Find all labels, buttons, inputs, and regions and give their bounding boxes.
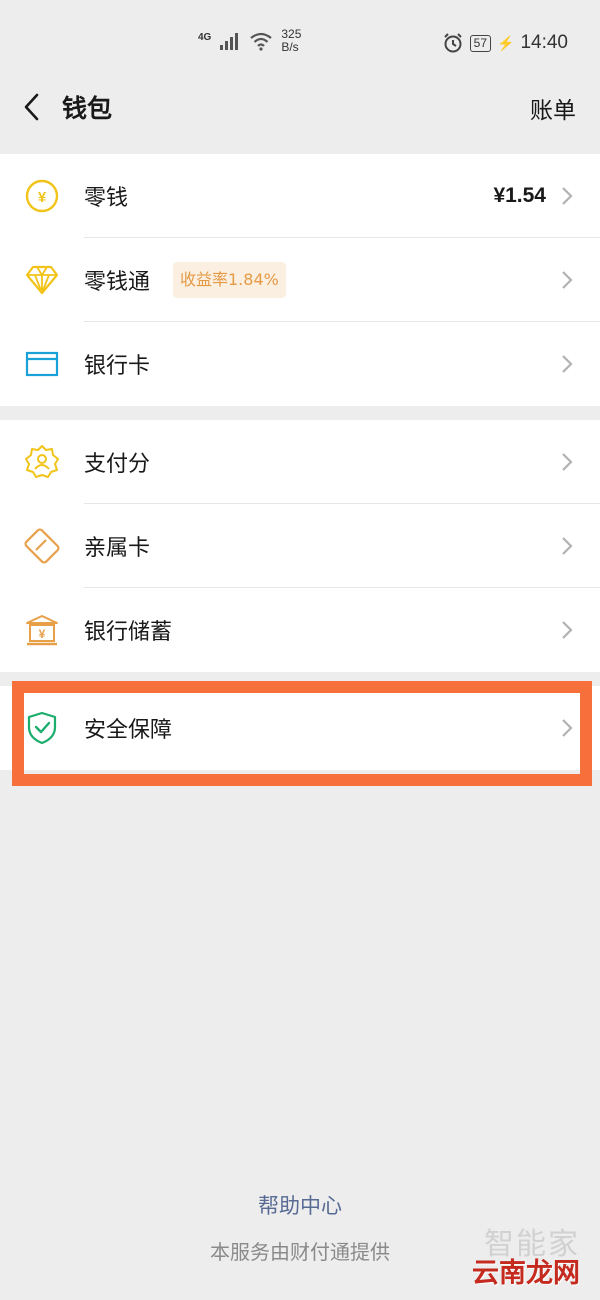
list-item-family-card[interactable]: 亲属卡 [0, 504, 600, 588]
highlight-annotation-box [12, 681, 592, 786]
item-label: 银行储蓄 [84, 620, 173, 645]
chevron-right-icon [562, 355, 573, 373]
item-label: 零钱通 [84, 270, 151, 295]
back-icon[interactable] [18, 92, 48, 122]
balance-amount: ¥1.54 [493, 184, 546, 207]
list-item-licaitong[interactable]: 零钱通 收益率1.84% [0, 238, 600, 322]
wifi-icon [250, 32, 273, 51]
signal-icon [220, 33, 239, 50]
chevron-right-icon [562, 187, 573, 205]
diamond-icon [24, 262, 60, 298]
list-item-pay-score[interactable]: 支付分 [0, 420, 600, 504]
svg-text:¥: ¥ [38, 189, 47, 206]
alarm-icon [443, 33, 462, 53]
charging-icon: ⚡ [497, 34, 515, 51]
bill-button[interactable]: 账单 [530, 91, 576, 125]
yield-badge: 收益率1.84% [173, 262, 286, 298]
help-center-link[interactable]: 帮助中心 [0, 1190, 600, 1220]
list-item-change[interactable]: ¥ 零钱 ¥1.54 [0, 154, 600, 238]
page-title: 钱包 [62, 94, 113, 123]
chevron-right-icon [562, 537, 573, 555]
battery-icon: 57 [469, 34, 492, 52]
bank-building-icon: ¥ [24, 612, 60, 648]
wallet-group-services: 支付分 亲属卡 ¥ 银行储蓄 [0, 420, 600, 672]
family-card-icon [24, 528, 60, 564]
clock: 14:40 [520, 32, 568, 53]
network-type: 4G [198, 31, 212, 43]
list-item-bank-card[interactable]: 银行卡 [0, 322, 600, 406]
watermark-logo: 智能家 云南龙网 [472, 1219, 580, 1290]
score-badge-icon [24, 444, 60, 480]
network-speed: 325 B/s [281, 27, 302, 54]
nav-header: 钱包 账单 [0, 80, 600, 154]
status-bar: 4G 325 B/s 57 ⚡ 14:40 [0, 0, 600, 80]
watermark-bottom: 云南龙网 [472, 1258, 580, 1289]
chevron-right-icon [562, 621, 573, 639]
wallet-group-balance: ¥ 零钱 ¥1.54 零钱通 收益率1.84% 银行卡 [0, 154, 600, 406]
bank-card-icon [24, 346, 60, 382]
item-label: 支付分 [84, 452, 151, 477]
item-label: 银行卡 [84, 354, 151, 379]
coin-icon: ¥ [24, 178, 60, 214]
chevron-right-icon [562, 453, 573, 471]
list-item-bank-savings[interactable]: ¥ 银行储蓄 [0, 588, 600, 672]
chevron-right-icon [562, 271, 573, 289]
item-label: 亲属卡 [84, 536, 151, 561]
item-label: 零钱 [84, 186, 129, 211]
svg-text:¥: ¥ [39, 627, 46, 641]
